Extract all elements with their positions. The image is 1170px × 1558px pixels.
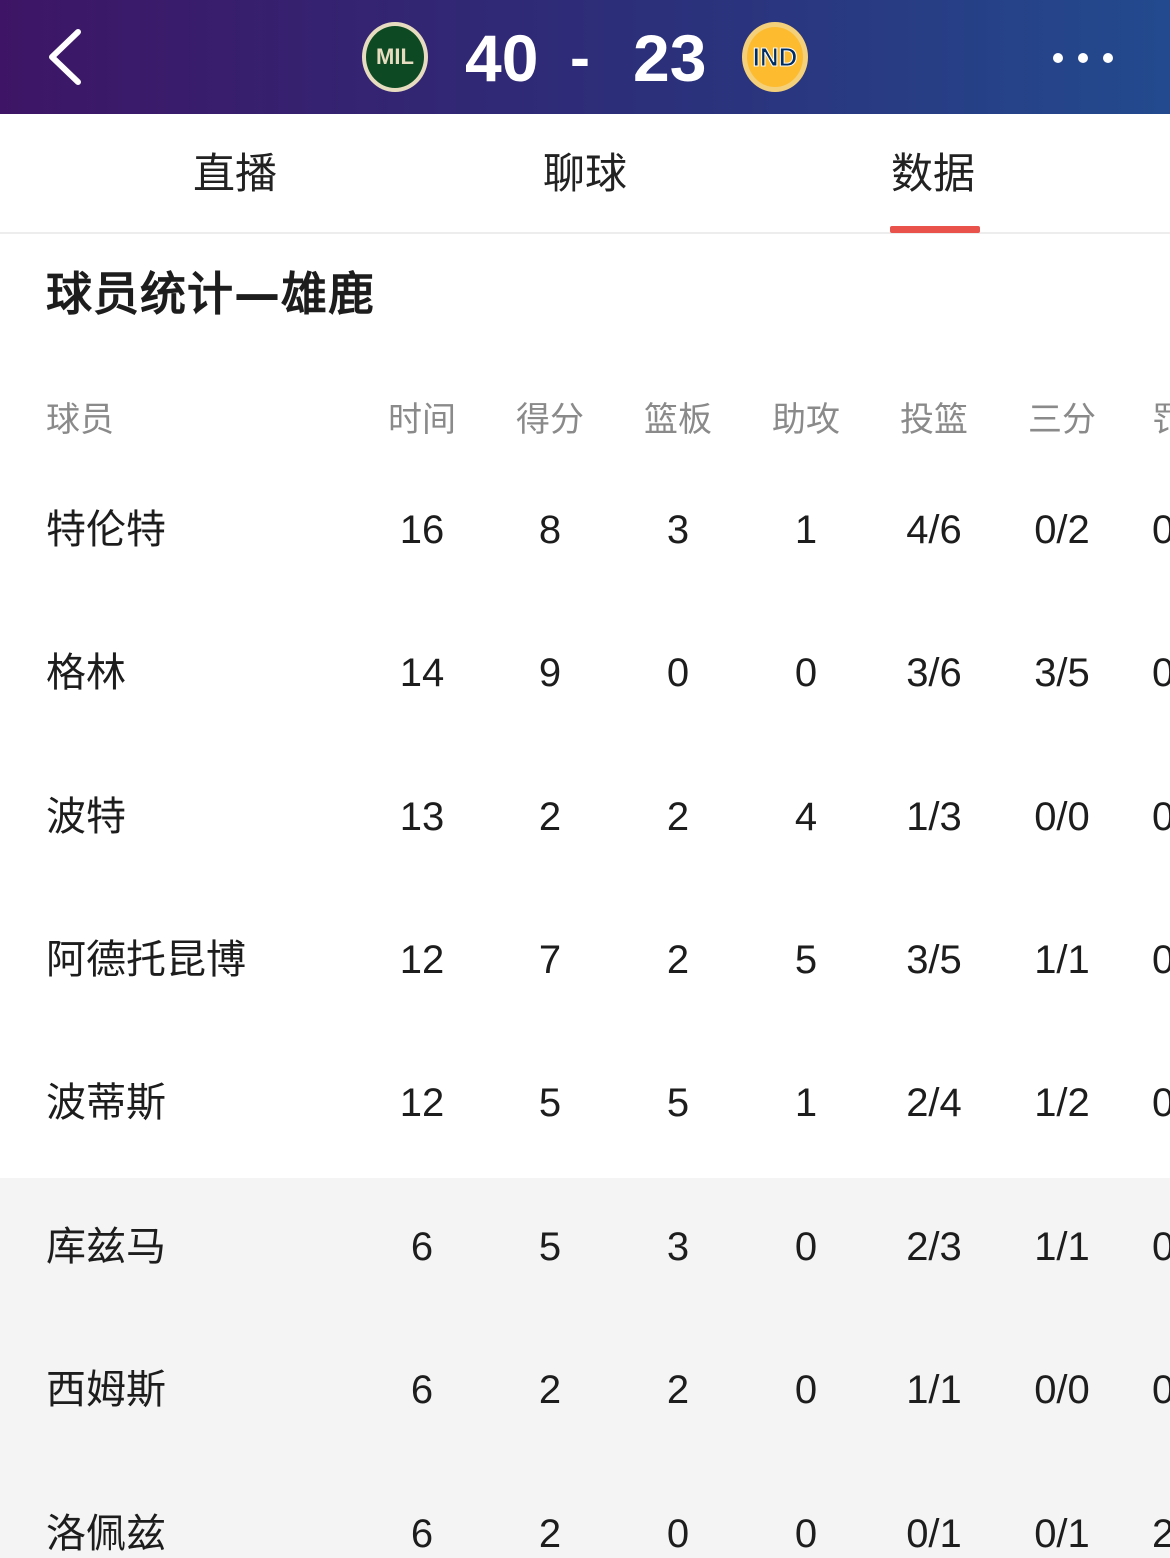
stat-ast: 0 [794, 1368, 818, 1412]
player-name[interactable]: 波蒂斯 [46, 1073, 166, 1133]
stat-fg: 2/4 [906, 1081, 962, 1125]
stat-ft: 0 [1152, 1225, 1170, 1269]
table-row[interactable]: 洛佩兹 6 2 0 0 0/1 0/1 2 [0, 1500, 1170, 1558]
table-row[interactable]: 波蒂斯 12 5 5 1 2/4 1/2 0 [0, 1073, 1170, 1193]
stat-ast: 0 [794, 651, 818, 695]
col-header-ft[interactable]: 罚 [1152, 390, 1170, 450]
stat-ft: 0 [1152, 1081, 1170, 1125]
stat-3p: 1/2 [1034, 1081, 1090, 1125]
table-row[interactable]: 特伦特 16 8 3 1 4/6 0/2 0 [0, 500, 1170, 620]
table-row[interactable]: 波特 13 2 2 4 1/3 0/0 0 [0, 787, 1170, 907]
stat-pts: 9 [538, 651, 562, 695]
chevron-left-icon [49, 29, 81, 85]
stat-3p: 0/0 [1034, 1368, 1090, 1412]
stat-ast: 0 [794, 1225, 818, 1269]
table-row[interactable]: 格林 14 9 0 0 3/6 3/5 0 [0, 643, 1170, 763]
away-team-abbr: IND [752, 41, 798, 72]
stat-3p: 0/2 [1034, 508, 1090, 552]
home-score: 40 [465, 21, 539, 95]
player-name[interactable]: 西姆斯 [46, 1360, 166, 1420]
away-team-logo[interactable]: IND [742, 22, 808, 92]
stat-min: 16 [399, 508, 445, 552]
stat-fg: 1/3 [906, 795, 962, 839]
stat-ft: 0 [1152, 795, 1170, 839]
col-header-pts[interactable]: 得分 [500, 390, 600, 450]
stat-min: 6 [410, 1368, 434, 1412]
stat-reb: 2 [666, 1368, 690, 1412]
stat-pts: 2 [538, 1368, 562, 1412]
stat-reb: 3 [666, 1225, 690, 1269]
stat-reb: 3 [666, 508, 690, 552]
player-name[interactable]: 格林 [46, 643, 126, 703]
col-header-player: 球员 [46, 400, 114, 440]
stat-pts: 8 [538, 508, 562, 552]
stat-min: 12 [399, 938, 445, 982]
stat-min: 6 [410, 1512, 434, 1556]
col-header-fg[interactable]: 投篮 [884, 390, 984, 450]
stat-fg: 0/1 [906, 1512, 962, 1556]
stat-ft: 0 [1152, 1368, 1170, 1412]
col-header-3p[interactable]: 三分 [1012, 390, 1112, 450]
col-header-ast[interactable]: 助攻 [756, 390, 856, 450]
stat-ft: 0 [1152, 651, 1170, 695]
stat-ast: 4 [794, 795, 818, 839]
stat-fg: 3/6 [906, 651, 962, 695]
stat-3p: 0/0 [1034, 795, 1090, 839]
stat-ft: 2 [1152, 1512, 1170, 1556]
stat-ast: 0 [794, 1512, 818, 1556]
stat-reb: 5 [666, 1081, 690, 1125]
stat-3p: 1/1 [1034, 938, 1090, 982]
col-header-reb[interactable]: 篮板 [628, 390, 728, 450]
stat-reb: 2 [666, 938, 690, 982]
stat-min: 13 [399, 795, 445, 839]
away-score: 23 [633, 21, 707, 95]
active-tab-indicator [890, 226, 980, 233]
player-name[interactable]: 阿德托昆博 [46, 930, 246, 990]
stat-3p: 1/1 [1034, 1225, 1090, 1269]
stat-fg: 2/3 [906, 1225, 962, 1269]
back-button[interactable] [36, 22, 96, 92]
stat-pts: 5 [538, 1225, 562, 1269]
stat-3p: 0/1 [1034, 1512, 1090, 1556]
more-dots-icon [1053, 53, 1113, 63]
stat-pts: 2 [538, 795, 562, 839]
stat-fg: 4/6 [906, 508, 962, 552]
stat-ast: 1 [794, 508, 818, 552]
table-row[interactable]: 库兹马 6 5 3 0 2/3 1/1 0 [0, 1217, 1170, 1337]
stat-reb: 0 [666, 1512, 690, 1556]
stat-fg: 1/1 [906, 1368, 962, 1412]
stat-pts: 2 [538, 1512, 562, 1556]
stat-ft: 0 [1152, 508, 1170, 552]
tab-live[interactable]: 直播 [160, 144, 310, 204]
score-separator: - [570, 24, 590, 91]
table-row[interactable]: 西姆斯 6 2 2 0 1/1 0/0 0 [0, 1360, 1170, 1480]
player-name[interactable]: 波特 [46, 787, 126, 847]
stat-3p: 3/5 [1034, 651, 1090, 695]
tab-data[interactable]: 数据 [858, 144, 1008, 204]
tab-bar: 直播 聊球 数据 [0, 114, 1170, 234]
stat-ft: 0 [1152, 938, 1170, 982]
home-team-logo[interactable]: MIL [362, 22, 428, 92]
stat-reb: 2 [666, 795, 690, 839]
player-name[interactable]: 库兹马 [46, 1217, 166, 1277]
player-name[interactable]: 洛佩兹 [46, 1504, 166, 1558]
home-team-abbr: MIL [376, 44, 414, 69]
stat-min: 12 [399, 1081, 445, 1125]
col-header-min[interactable]: 时间 [372, 390, 472, 450]
stat-fg: 3/5 [906, 938, 962, 982]
player-name[interactable]: 特伦特 [46, 500, 166, 560]
stat-ast: 1 [794, 1081, 818, 1125]
stat-ast: 5 [794, 938, 818, 982]
table-header: 球员 时间 得分 篮板 助攻 投篮 三分 罚 [0, 390, 1170, 450]
stat-min: 6 [410, 1225, 434, 1269]
stat-reb: 0 [666, 651, 690, 695]
more-button[interactable] [1048, 36, 1118, 80]
table-row[interactable]: 阿德托昆博 12 7 2 5 3/5 1/1 0 [0, 930, 1170, 1050]
game-header: MIL 40 - 23 IND [0, 0, 1170, 114]
section-title: 球员统计—雄鹿 [46, 267, 375, 321]
tab-chat[interactable]: 聊球 [510, 144, 660, 204]
stat-min: 14 [399, 651, 445, 695]
stat-pts: 7 [538, 938, 562, 982]
stat-pts: 5 [538, 1081, 562, 1125]
